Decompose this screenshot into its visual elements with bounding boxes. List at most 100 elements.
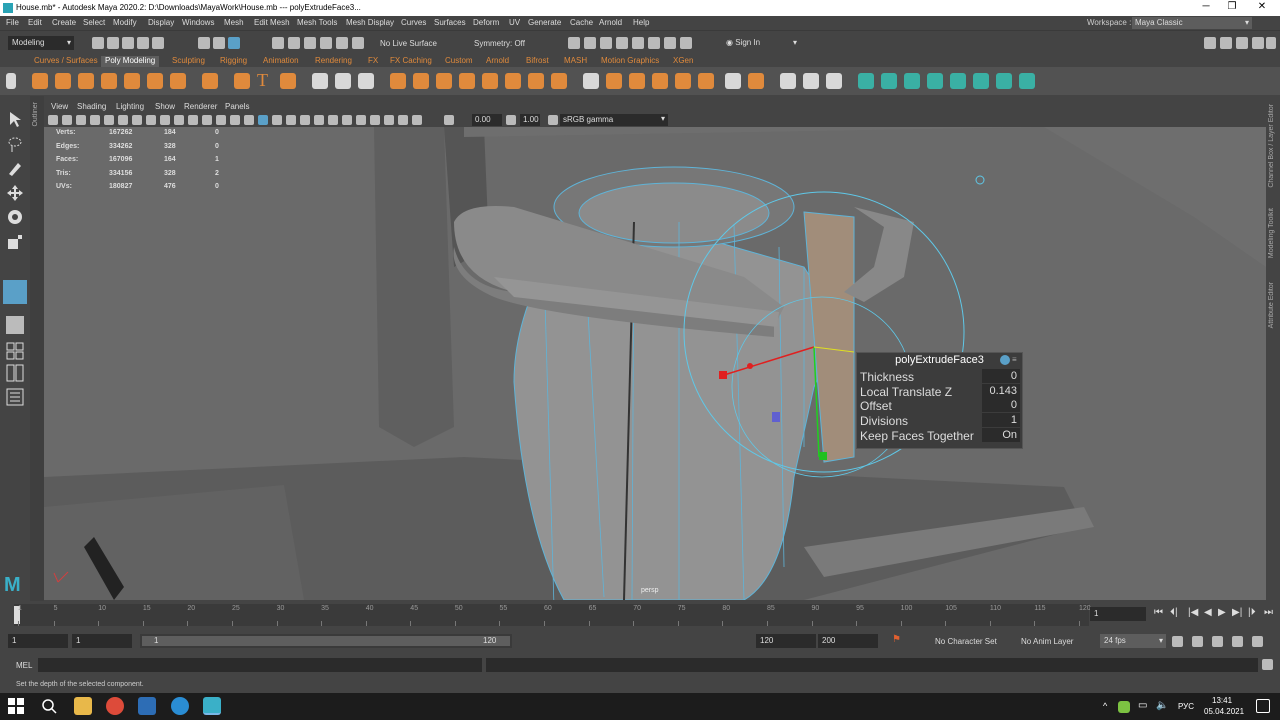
construction-history-icon[interactable]: [568, 37, 580, 49]
select-object-icon[interactable]: [213, 37, 225, 49]
uv-editor-icon[interactable]: [973, 73, 989, 89]
anim-prefs-icon[interactable]: [1232, 636, 1243, 647]
combine-icon[interactable]: [312, 73, 328, 89]
minimize-button[interactable]: ─: [1196, 1, 1216, 12]
poly-cube-icon[interactable]: [55, 73, 71, 89]
poke-icon[interactable]: [606, 73, 622, 89]
shelf-tab-rendering[interactable]: Rendering: [311, 56, 356, 67]
ambient-occlusion-icon[interactable]: [314, 115, 324, 125]
extrude-value-local-translate-z[interactable]: 0.143: [982, 383, 1020, 398]
go-to-start-icon[interactable]: ⏮: [1154, 607, 1163, 618]
step-back-key-icon[interactable]: ⏴|: [1170, 607, 1178, 618]
play-forward-icon[interactable]: ▶: [1218, 607, 1226, 618]
grid-icon[interactable]: [132, 115, 142, 125]
bevel-icon[interactable]: [482, 73, 498, 89]
open-scene-icon[interactable]: [107, 37, 119, 49]
mirror-icon[interactable]: [413, 73, 429, 89]
extrude-value-divisions[interactable]: 1: [982, 413, 1020, 428]
field-chart-icon[interactable]: [188, 115, 198, 125]
resolution-gate-icon[interactable]: [160, 115, 170, 125]
playback-options-icon[interactable]: [1252, 636, 1263, 647]
node-info-icon[interactable]: [1000, 355, 1010, 365]
menu-item-generate[interactable]: Generate: [528, 18, 561, 27]
film-gate-icon[interactable]: [146, 115, 156, 125]
shelf-tab-bifrost[interactable]: Bifrost: [522, 56, 553, 67]
boolean-icon[interactable]: [390, 73, 406, 89]
outliner-layout-icon[interactable]: [6, 388, 24, 406]
photos-icon[interactable]: [138, 697, 156, 715]
character-set-dropdown[interactable]: No Character Set: [935, 637, 997, 646]
nvidia-icon[interactable]: [1118, 701, 1130, 713]
shelf-tab-fx-caching[interactable]: FX Caching: [386, 56, 436, 67]
motion-blur-icon[interactable]: [328, 115, 338, 125]
chrome-icon[interactable]: [106, 697, 124, 715]
image-plane-icon[interactable]: [90, 115, 100, 125]
select-hierarchy-icon[interactable]: [198, 37, 210, 49]
poly-disc-icon[interactable]: [170, 73, 186, 89]
cached-playback-icon[interactable]: [1212, 636, 1223, 647]
grease-pencil-icon[interactable]: [118, 115, 128, 125]
shelf-tab-motion-graphics[interactable]: Motion Graphics: [597, 56, 663, 67]
menu-item-curves[interactable]: Curves: [401, 18, 426, 27]
windows-start-icon[interactable]: [8, 698, 24, 714]
restore-button[interactable]: ❐: [1222, 1, 1242, 12]
live-surface-label[interactable]: No Live Surface: [380, 39, 437, 48]
maya-taskbar-icon[interactable]: [203, 697, 221, 715]
attribute-editor-tab[interactable]: Attribute Editor: [1268, 282, 1275, 328]
menu-item-uv[interactable]: UV: [509, 18, 520, 27]
menu-item-mesh-tools[interactable]: Mesh Tools: [297, 18, 337, 27]
select-component-icon[interactable]: [228, 37, 240, 49]
playback-end-field[interactable]: 120: [756, 634, 816, 648]
shelf-tab-fx[interactable]: FX: [364, 56, 382, 67]
isolate-select-icon[interactable]: [370, 115, 380, 125]
play-backward-icon[interactable]: ◀: [1204, 607, 1212, 618]
panel-menu-lighting[interactable]: Lighting: [116, 102, 144, 111]
menu-item-display[interactable]: Display: [148, 18, 174, 27]
snap-view-plane-icon[interactable]: [320, 37, 332, 49]
two-view-layout-icon[interactable]: [6, 364, 24, 382]
smooth-shade-icon[interactable]: [244, 115, 254, 125]
volume-icon[interactable]: 🔈: [1156, 700, 1168, 711]
anti-aliasing-icon[interactable]: [342, 115, 352, 125]
menu-item-select[interactable]: Select: [83, 18, 105, 27]
render-view-icon[interactable]: [584, 37, 596, 49]
mel-label[interactable]: MEL: [16, 661, 32, 670]
tray-up-icon[interactable]: ^: [1103, 701, 1107, 711]
telegram-icon[interactable]: [171, 697, 189, 715]
safe-action-icon[interactable]: [202, 115, 212, 125]
separate-icon[interactable]: [335, 73, 351, 89]
view-transform-icon[interactable]: [548, 115, 558, 125]
step-forward-frame-icon[interactable]: ▶|: [1232, 607, 1242, 618]
shelf-menu-icon[interactable]: [6, 73, 16, 89]
panel-menu-show[interactable]: Show: [155, 102, 175, 111]
safe-title-icon[interactable]: [216, 115, 226, 125]
menu-item-edit[interactable]: Edit: [28, 18, 42, 27]
render-current-icon[interactable]: [600, 37, 612, 49]
current-frame-field[interactable]: 1: [1090, 607, 1146, 621]
range-slider[interactable]: 1 120: [140, 634, 512, 648]
sidebar-toggle-icon[interactable]: [1204, 37, 1216, 49]
menu-item-create[interactable]: Create: [52, 18, 76, 27]
script-editor-icon[interactable]: [1262, 659, 1273, 670]
automatic-map-icon[interactable]: [927, 73, 943, 89]
channel-box-tab[interactable]: Channel Box / Layer Editor: [1268, 104, 1275, 188]
shelf-tab-curves-surfaces[interactable]: Curves / Surfaces: [30, 56, 102, 67]
menu-item-edit-mesh[interactable]: Edit Mesh: [254, 18, 290, 27]
camera-attributes-icon[interactable]: [62, 115, 72, 125]
camera-based-map-icon[interactable]: [950, 73, 966, 89]
type-text-icon[interactable]: T: [257, 70, 273, 90]
super-shape-icon[interactable]: [234, 73, 250, 89]
perspective-viewport[interactable]: persp: [44, 127, 1266, 600]
select-tool-icon[interactable]: [6, 110, 24, 128]
panel-menu-view[interactable]: View: [51, 102, 68, 111]
extract-icon[interactable]: [583, 73, 599, 89]
panel-options-icon[interactable]: ≡: [1012, 355, 1020, 365]
poly-cone-icon[interactable]: [101, 73, 117, 89]
menu-item-file[interactable]: File: [6, 18, 19, 27]
redo-icon[interactable]: [152, 37, 164, 49]
shelf-tab-arnold[interactable]: Arnold: [482, 56, 513, 67]
extrude-value-offset[interactable]: 0: [982, 398, 1020, 413]
modeling-toolkit-tab[interactable]: Modeling Toolkit: [1268, 208, 1275, 258]
anim-layer-dropdown[interactable]: No Anim Layer: [1021, 637, 1073, 646]
poly-torus-icon[interactable]: [124, 73, 140, 89]
